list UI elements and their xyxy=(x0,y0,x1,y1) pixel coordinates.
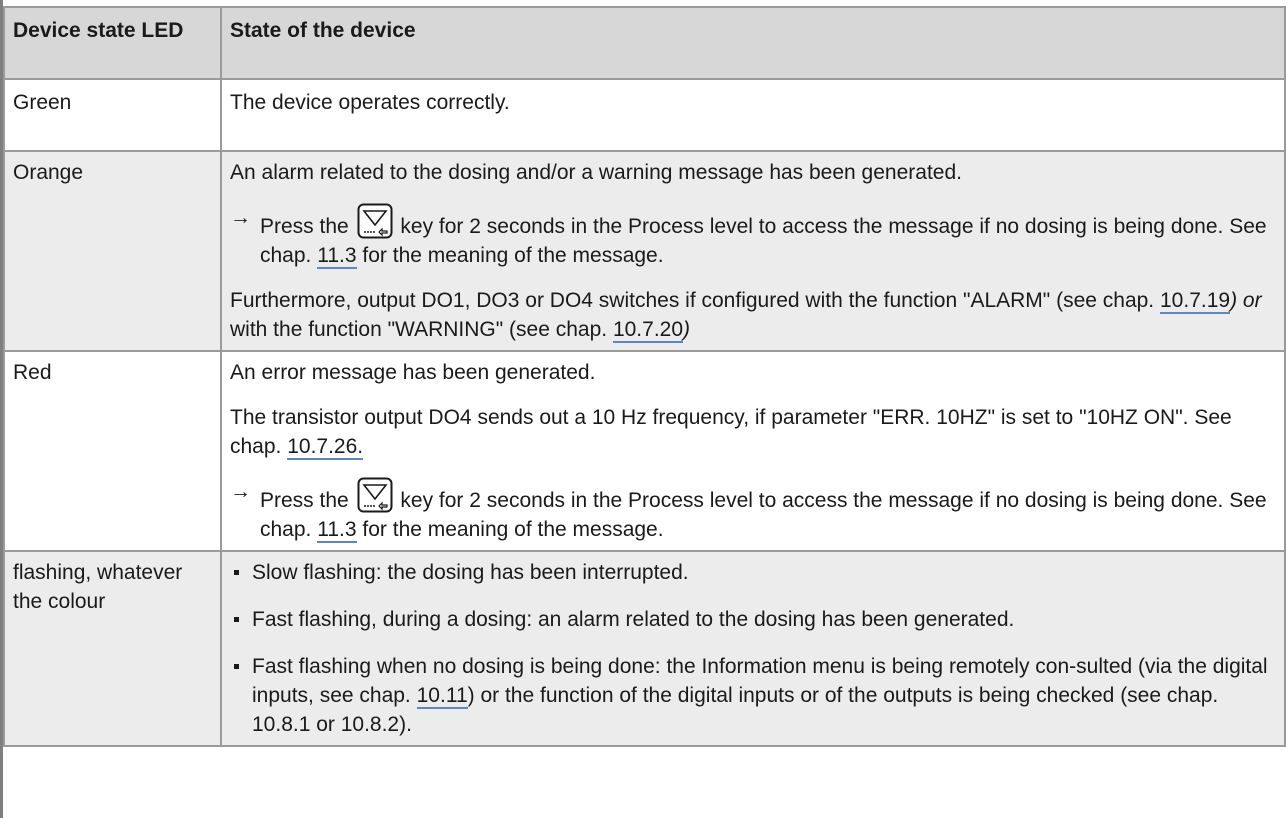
orange-alarm-text: An alarm related to the dosing and/or a … xyxy=(230,161,962,184)
bullet-fast-flashing-no-dosing: Fast flashing when no dosing is being do… xyxy=(230,652,1276,739)
bullet-icon xyxy=(234,617,239,622)
furthermore-prefix: Furthermore, output DO1, DO3 or DO4 swit… xyxy=(230,289,1155,312)
down-arrow-key-icon xyxy=(357,477,393,513)
step-prefix: Press the xyxy=(260,489,349,512)
bullet-icon xyxy=(234,570,239,575)
row-desc-flashing: Slow flashing: the dosing has been inter… xyxy=(220,550,1286,747)
link-chap-11-3[interactable]: 11.3 xyxy=(317,244,357,269)
paren-close: ) xyxy=(1230,289,1238,312)
header-state: State of the device xyxy=(220,6,1286,80)
header-led: Device state LED xyxy=(3,6,222,80)
red-transistor-text: The transistor output DO4 sends out a 10… xyxy=(230,403,1276,461)
orange-step: → Press the key for 2 seconds in the Proc… xyxy=(230,203,1276,270)
row-desc-red: An error message has been generated. The… xyxy=(220,350,1286,552)
down-arrow-key-icon xyxy=(357,203,393,239)
bullet-text: Fast flashing, during a dosing: an alarm… xyxy=(252,608,1015,631)
red-error-text: An error message has been generated. xyxy=(230,361,596,384)
furthermore-middle: with the function "WARNING" (see chap. xyxy=(230,318,608,341)
link-chap-10-7-19[interactable]: 10.7.19 xyxy=(1160,289,1231,314)
row-label-orange: Orange xyxy=(3,150,222,352)
device-state-table: Device state LED State of the device Gre… xyxy=(3,6,1286,747)
step-tail: for the meaning of the message. xyxy=(362,244,664,267)
orange-furthermore: Furthermore, output DO1, DO3 or DO4 swit… xyxy=(230,286,1276,344)
or-word: or xyxy=(1242,289,1262,312)
table-row-orange: Orange An alarm related to the dosing an… xyxy=(3,150,1286,352)
step-tail: for the meaning of the message. xyxy=(362,518,664,541)
transistor-text: The transistor output DO4 sends out a 10… xyxy=(230,406,1232,458)
link-chap-10-7-26[interactable]: 10.7.26. xyxy=(287,435,364,460)
row-desc-orange: An alarm related to the dosing and/or a … xyxy=(220,150,1286,352)
row-label-green: Green xyxy=(3,78,222,152)
bullet-text: Slow flashing: the dosing has been inter… xyxy=(252,561,689,584)
link-chap-10-11[interactable]: 10.11 xyxy=(416,684,468,709)
row-desc-green: The device operates correctly. xyxy=(220,78,1286,152)
bullet-slow-flashing: Slow flashing: the dosing has been inter… xyxy=(230,558,1276,587)
red-step: → Press the key for 2 seconds in the Proc… xyxy=(230,477,1276,544)
link-chap-10-7-20[interactable]: 10.7.20 xyxy=(612,318,684,343)
link-chap-11-3[interactable]: 11.3 xyxy=(317,518,357,543)
step-prefix: Press the xyxy=(260,215,349,238)
table-row-red: Red An error message has been generated.… xyxy=(3,350,1286,552)
paren-close: ) xyxy=(683,318,691,341)
table-header-row: Device state LED State of the device xyxy=(3,6,1286,80)
row-label-flashing: flashing, whatever the colour xyxy=(3,550,222,747)
table-row-flashing: flashing, whatever the colour Slow flash… xyxy=(3,550,1286,747)
bullet-icon xyxy=(234,664,239,669)
row-label-red: Red xyxy=(3,350,222,552)
arrow-right-glyph: → xyxy=(230,206,251,229)
table-row-green: Green The device operates correctly. xyxy=(3,78,1286,152)
bullet-fast-flashing-dosing: Fast flashing, during a dosing: an alarm… xyxy=(230,605,1276,634)
arrow-right-glyph: → xyxy=(230,480,251,503)
